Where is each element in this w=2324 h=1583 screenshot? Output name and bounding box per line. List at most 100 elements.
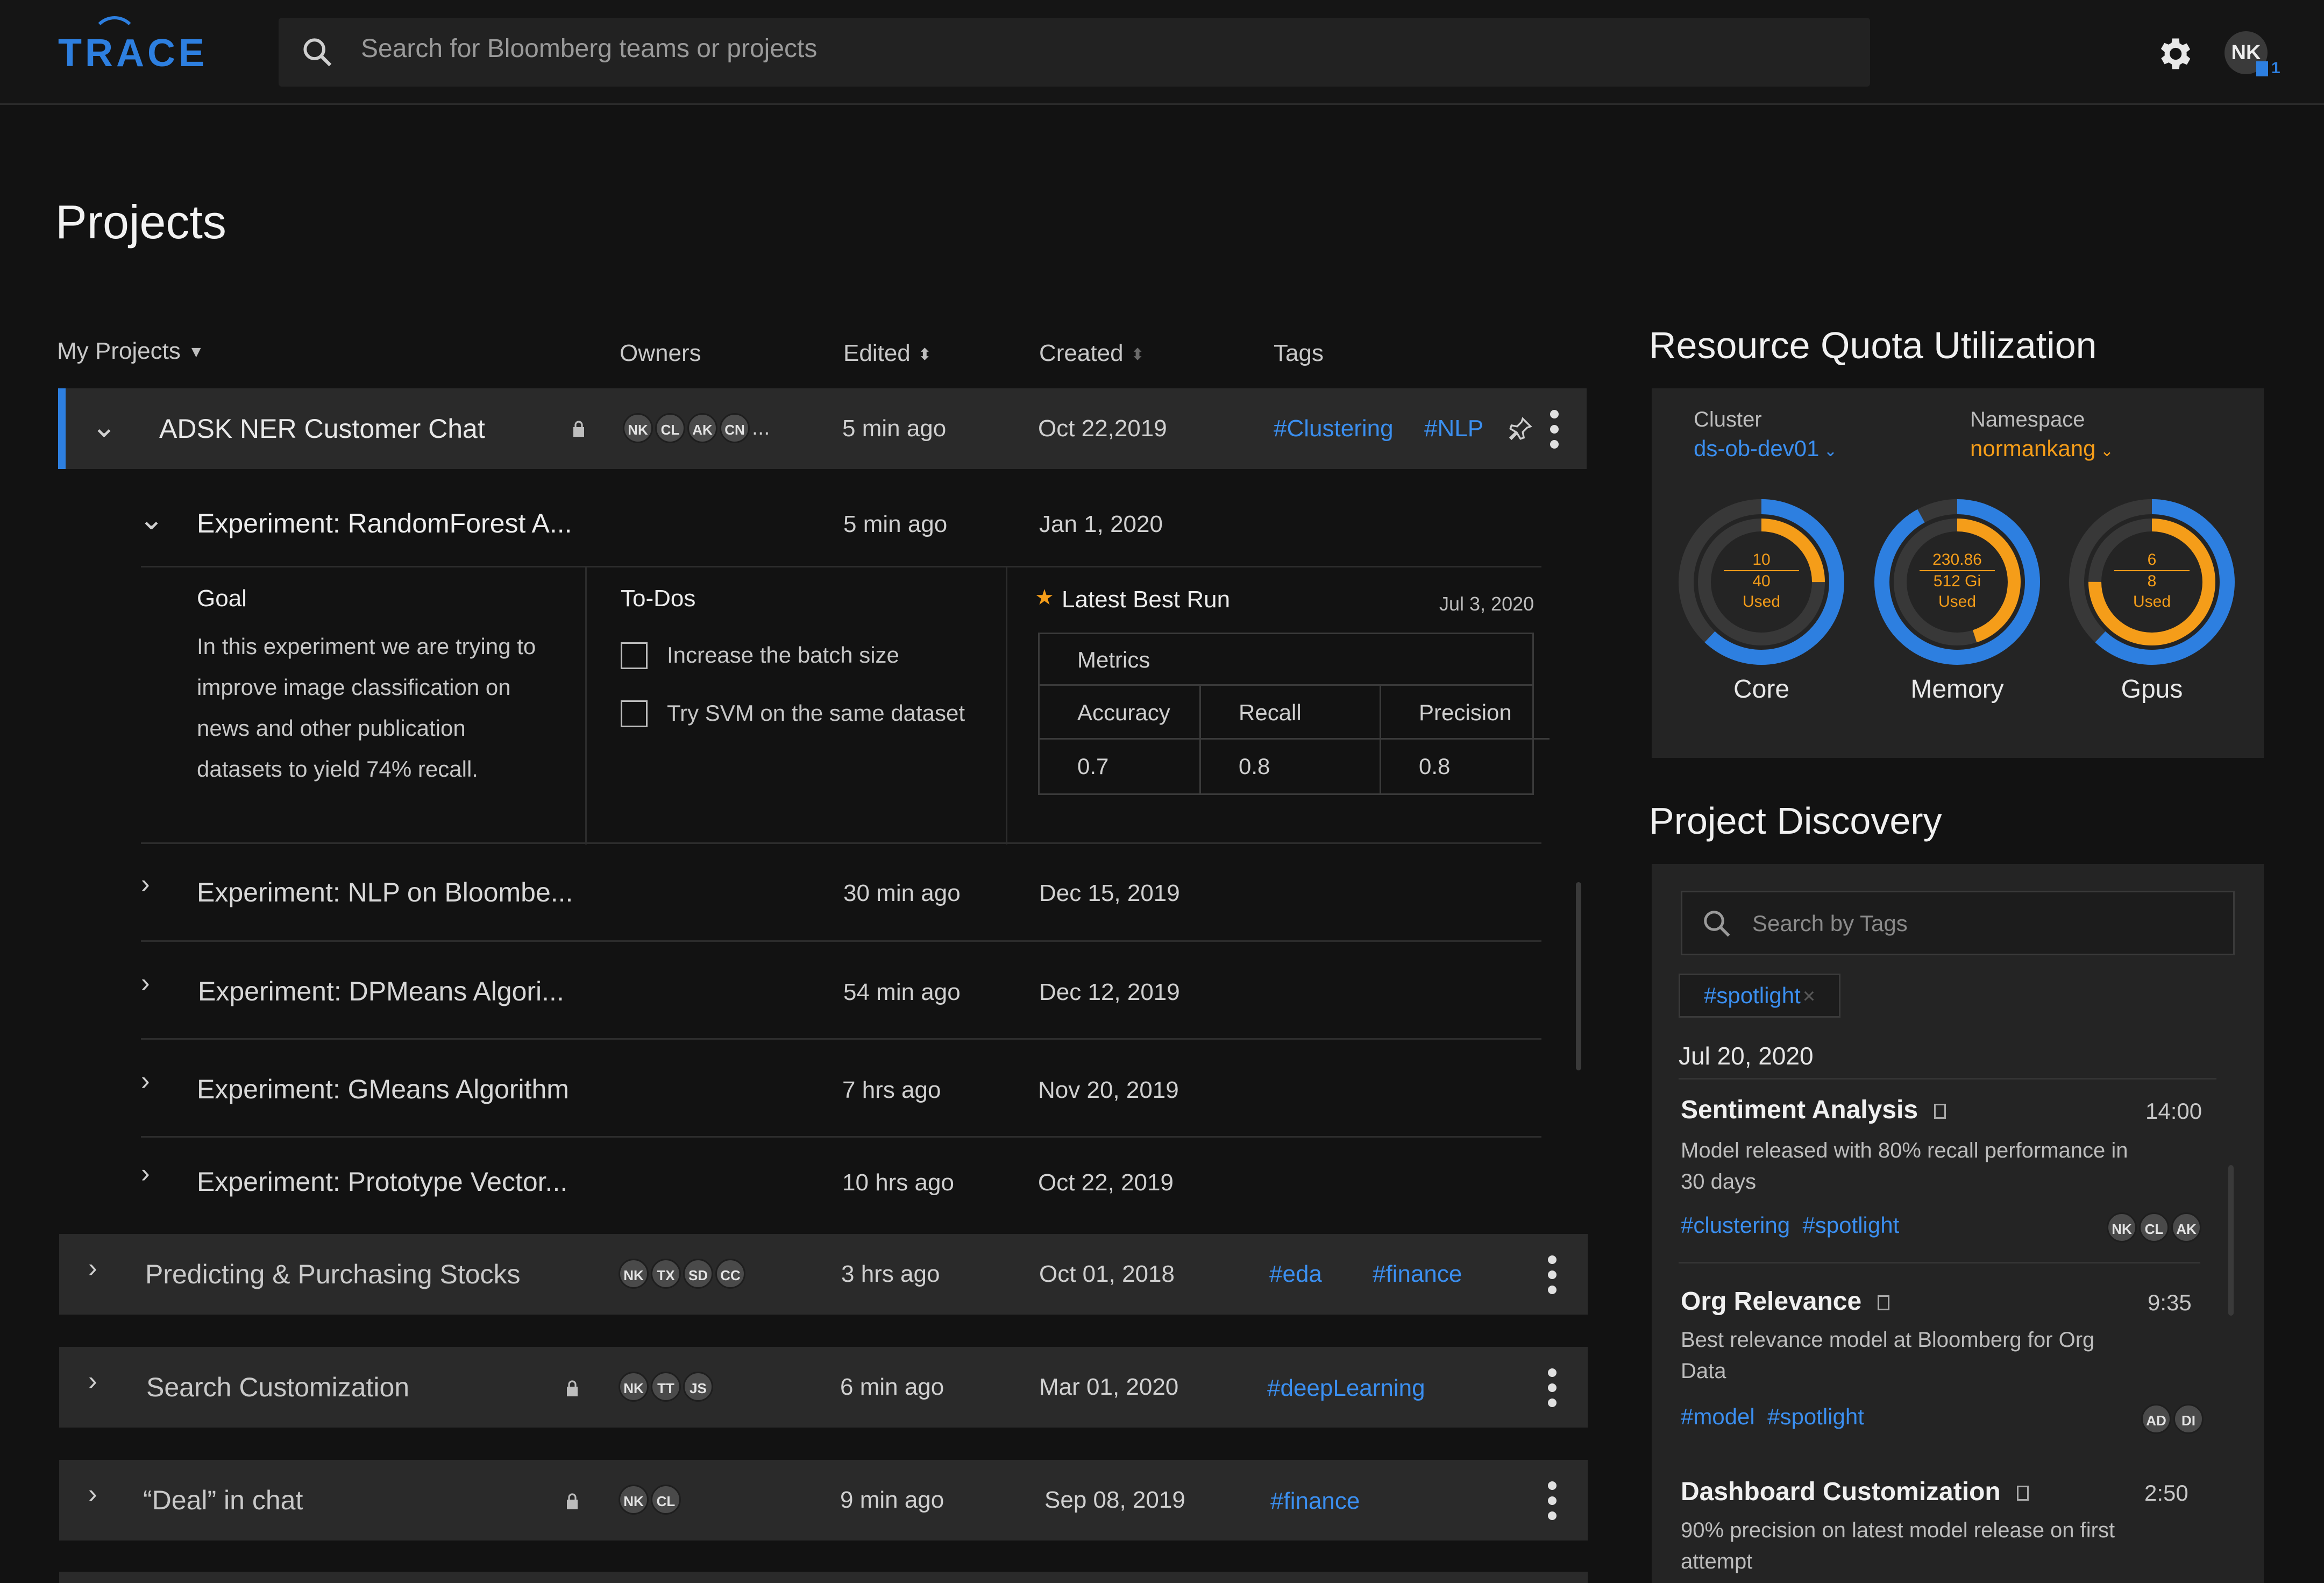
pin-icon[interactable] [1507,415,1534,442]
project-row[interactable]: › Predicting & Purchasing Stocks NK TX SD C… [59,1234,1588,1315]
chevron-right-icon[interactable]: › [141,1065,150,1096]
owner-chip[interactable]: CL [651,1485,681,1515]
donut-center: 230.86 512 Gi Used [1871,550,2043,612]
discovery-card[interactable]: Org Relevance 9:35 Best relevance model … [1679,1287,2216,1459]
card-title: Org Relevance [1681,1287,1890,1316]
owner-chip[interactable]: NK [623,413,653,443]
tag-link[interactable]: #Clustering [1274,415,1394,442]
chevron-down-icon[interactable]: ⌄ [91,409,117,444]
experiment-name[interactable]: Experiment: Prototype Vector... [197,1166,567,1197]
edited-cell: 9 min ago [840,1487,944,1513]
discovery-card[interactable]: Sentiment Analysis 14:00 Model released … [1679,1095,2216,1273]
chevron-right-icon[interactable]: › [141,1158,150,1189]
used-value: 10 [1752,551,1771,569]
page-title: Projects [55,195,226,249]
todo-item: Try SVM on the same dataset [667,700,965,726]
kebab-menu-icon[interactable] [1548,1368,1557,1407]
star-icon: ★ [1035,586,1054,609]
trace-logo[interactable]: TRACE [58,16,208,75]
scrollbar-thumb[interactable] [1576,882,1581,1070]
edited-cell: 5 min ago [843,511,948,537]
chevron-right-icon[interactable]: › [88,1478,97,1509]
scrollbar-thumb[interactable] [2228,1165,2234,1316]
donut-center: 6 8 Used [2066,550,2238,612]
project-row[interactable]: › “Deal” in chat NK CL 9 min ago Sep 08, … [59,1460,1588,1541]
card-desc-line: attempt [1681,1550,1753,1573]
close-icon[interactable]: × [1803,984,1815,1008]
chevron-right-icon[interactable]: › [141,967,150,998]
tag-link[interactable]: #finance [1270,1488,1360,1515]
owner-chip[interactable]: NK [619,1485,649,1515]
edited-header[interactable]: Edited ⬍ [843,340,932,367]
owner-chip[interactable]: TX [651,1259,681,1289]
bookmark-icon[interactable] [1878,1295,1890,1311]
owner-chip[interactable]: AK [2171,1212,2201,1243]
owner-chip[interactable]: NK [619,1372,649,1402]
experiment-name[interactable]: Experiment: GMeans Algorithm [197,1074,569,1105]
edited-cell: 5 min ago [842,415,947,442]
card-title: Dashboard Customization [1681,1477,2029,1507]
tag-link[interactable]: #NLP [1424,415,1483,442]
owner-chip[interactable]: TT [651,1372,681,1402]
settings-gear-icon[interactable] [2154,33,2194,74]
tag-link[interactable]: #deepLearning [1267,1375,1425,1402]
experiment-name[interactable]: Experiment: RandomForest A... [197,508,572,539]
project-name: Search Customization [146,1372,410,1402]
owner-chip[interactable]: CL [655,413,685,443]
created-label: Created [1039,340,1124,366]
owner-chip[interactable]: NK [2107,1212,2137,1243]
owner-chip[interactable]: DI [2173,1404,2204,1434]
edited-cell: 10 hrs ago [842,1169,954,1196]
chevron-right-icon[interactable]: › [141,868,150,899]
gpus-donut: 6 8 Used [2066,496,2238,668]
todo-checkbox[interactable] [621,700,648,727]
experiment-name[interactable]: Experiment: DPMeans Algori... [198,976,564,1007]
tag-link[interactable]: #spotlight [1767,1404,1864,1429]
owner-chip[interactable]: CL [2139,1212,2169,1243]
kebab-menu-icon[interactable] [1548,1481,1557,1520]
bookmark-icon[interactable] [2016,1486,2029,1501]
active-tag-label: #spotlight [1704,983,1801,1008]
kebab-menu-icon[interactable] [1550,410,1559,449]
project-name: ADSK NER Customer Chat [159,414,485,444]
edited-cell: 30 min ago [843,880,961,906]
owner-chip[interactable]: SD [683,1259,713,1289]
owner-chip[interactable]: NK [619,1259,649,1289]
discovery-card[interactable]: Dashboard Customization 2:50 90% precisi… [1679,1477,2216,1583]
experiment-name[interactable]: Experiment: NLP on Bloombe... [197,877,573,908]
chevron-right-icon[interactable]: › [88,1365,97,1396]
tag-link[interactable]: #finance [1373,1261,1462,1288]
card-time: 2:50 [2144,1480,2188,1506]
tag-link[interactable]: #eda [1269,1261,1322,1288]
todo-checkbox[interactable] [621,642,648,669]
bookmark-icon[interactable] [1934,1104,1946,1119]
divider [141,1038,1541,1040]
cluster-dropdown[interactable]: ds-ob-dev01 ⌄ [1694,436,1837,462]
chevron-down-icon[interactable]: ⌄ [139,501,164,537]
project-row[interactable]: › Search Customization NK TT JS 6 min ago … [59,1347,1588,1428]
my-projects-dropdown[interactable]: My Projects ▼ [57,338,204,365]
owner-chip[interactable]: CC [715,1259,745,1289]
owner-chip[interactable]: AD [2141,1404,2171,1434]
tag-link[interactable]: #clustering [1681,1212,1790,1238]
chevron-right-icon[interactable]: › [88,1252,97,1283]
search-icon [1704,911,1730,937]
global-search-input[interactable]: Search for Bloomberg teams or projects [279,18,1870,87]
tag-link[interactable]: #model [1681,1404,1755,1429]
tag-search-input[interactable]: Search by Tags [1681,891,2235,955]
card-desc-line: Data [1681,1359,1726,1383]
namespace-dropdown[interactable]: normankang ⌄ [1970,436,2114,462]
tags-header: Tags [1274,340,1324,366]
metric-value: 0.7 [1040,740,1201,793]
owner-chip[interactable]: AK [687,413,717,443]
lock-icon [573,421,584,437]
kebab-menu-icon[interactable] [1548,1255,1557,1294]
notification-badge[interactable]: 1 [2256,59,2280,77]
project-row[interactable]: ⌄ ADSK NER Customer Chat NK CL AK CN... 5 m… [58,388,1587,469]
active-tag-pill[interactable]: #spotlight × [1679,974,1841,1018]
created-header[interactable]: Created ⬍ [1039,340,1145,367]
chevron-down-icon: ⌄ [2095,442,2114,460]
tag-link[interactable]: #spotlight [1802,1212,1899,1238]
owner-chip[interactable]: CN [720,413,750,443]
owner-chip[interactable]: JS [683,1372,713,1402]
